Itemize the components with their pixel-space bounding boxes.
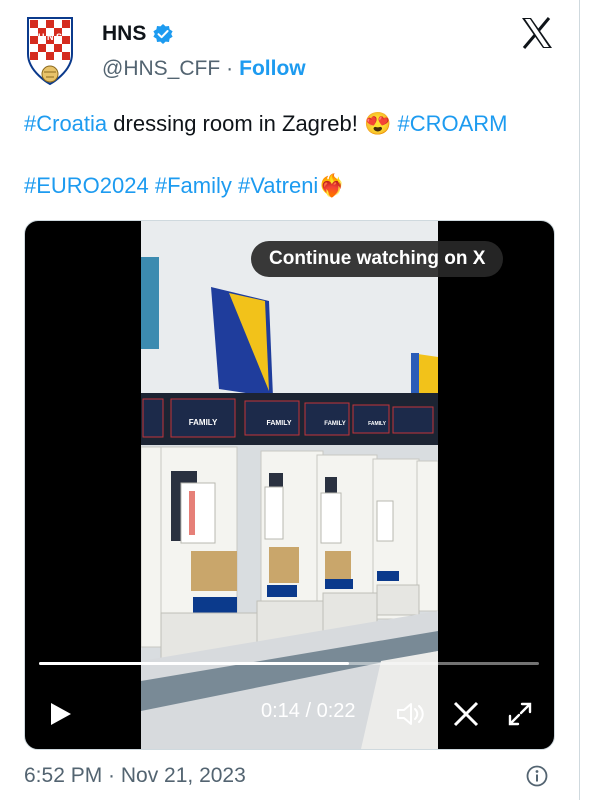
tweet-text-line-2: #EURO2024 #Family #Vatreni❤️‍🔥 (24, 172, 564, 200)
fullscreen-icon[interactable] (507, 701, 533, 727)
video-player[interactable]: FAMILY FAMILY FAMILY FAMILY Continue wat… (24, 220, 555, 750)
hashtag-link[interactable]: #EURO2024 (24, 173, 149, 198)
hashtag-link[interactable]: #Vatreni (238, 173, 318, 198)
crest-lettering: H N S (38, 32, 62, 42)
volume-icon[interactable] (395, 701, 425, 727)
banner-text: FAMILY (189, 418, 218, 427)
tweet-text-line-1: #Croatia dressing room in Zagreb! 😍 #CRO… (24, 110, 564, 138)
hashtag-link[interactable]: #CROARM (391, 111, 507, 136)
emoji: ❤️‍🔥 (318, 173, 346, 198)
video-frame-dressing-room: FAMILY FAMILY FAMILY FAMILY (141, 221, 438, 749)
hashtag-link[interactable]: #Croatia (24, 111, 107, 136)
video-progress-track[interactable] (39, 662, 539, 665)
tweet-timestamp[interactable]: 6:52 PM · Nov 21, 2023 (24, 764, 246, 788)
verified-badge-icon (153, 24, 173, 44)
tweet-text-segment: dressing room in Zagreb! (107, 111, 364, 136)
card-border (579, 0, 580, 800)
x-logo-icon[interactable] (520, 16, 554, 50)
info-icon[interactable] (526, 765, 548, 787)
separator-dot: · (226, 57, 234, 80)
banner-text: FAMILY (324, 421, 345, 427)
account-name-row: HNS (102, 22, 174, 46)
account-handle-row: @HNS_CFF · Follow (102, 57, 306, 81)
continue-watching-button[interactable]: Continue watching on X (251, 241, 504, 277)
follow-button[interactable]: Follow (239, 57, 306, 81)
hashtag-link[interactable]: #Family (155, 173, 232, 198)
banner-text: FAMILY (266, 420, 291, 427)
video-time: 0:14 / 0:22 (261, 700, 356, 722)
video-progress-fill (39, 662, 349, 665)
account-handle[interactable]: @HNS_CFF (102, 57, 220, 81)
account-name[interactable]: HNS (102, 22, 146, 46)
play-icon[interactable] (49, 701, 73, 727)
emoji: 😍 (363, 111, 392, 136)
banner-text: FAMILY (368, 421, 387, 427)
hns-crest-avatar[interactable]: H N S (24, 14, 76, 88)
x-small-icon[interactable] (453, 701, 479, 727)
